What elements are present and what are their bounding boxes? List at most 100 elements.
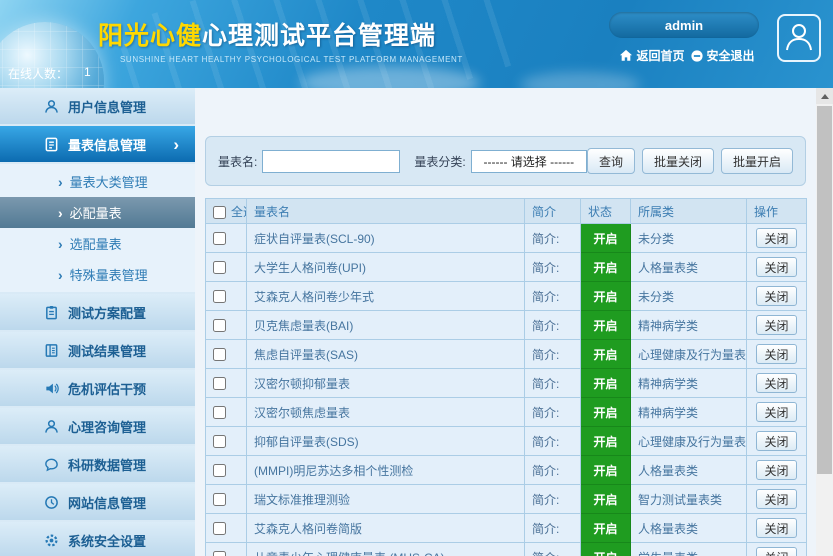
scale-form-icon <box>44 137 59 152</box>
row-checkbox[interactable] <box>213 464 226 477</box>
scale-category: 学生量表类 <box>631 543 747 556</box>
table-row: 汉密尔顿抑郁量表 简介: 开启 精神病学类 关闭 <box>206 369 807 398</box>
avatar[interactable] <box>777 14 821 62</box>
intro-link[interactable]: 简介: <box>525 369 581 398</box>
row-checkbox[interactable] <box>213 232 226 245</box>
return-home-link[interactable]: 返回首页 <box>619 47 684 64</box>
close-button[interactable]: 关闭 <box>756 518 796 538</box>
sidebar-item-security-settings[interactable]: 系统安全设置 <box>0 522 195 556</box>
intro-link[interactable]: 简介: <box>525 282 581 311</box>
table-row: 焦虑自评量表(SAS) 简介: 开启 心理健康及行为量表类 关闭 <box>206 340 807 369</box>
arrow-icon: › <box>58 205 63 221</box>
sidebar-subitem-scale-category[interactable]: › 量表大类管理 <box>0 166 195 197</box>
intro-link[interactable]: 简介: <box>525 543 581 556</box>
home-icon <box>619 49 633 62</box>
scale-category-label: 量表分类: <box>414 153 465 170</box>
intro-link[interactable]: 简介: <box>525 485 581 514</box>
filter-bar: 量表名: 量表分类: ------ 请选择 ------ 查询 批量关闭 批量开… <box>205 136 806 186</box>
status-badge: 开启 <box>581 369 631 398</box>
intro-link[interactable]: 简介: <box>525 253 581 282</box>
scroll-up-button[interactable] <box>816 88 833 104</box>
main-content: 量表名: 量表分类: ------ 请选择 ------ 查询 批量关闭 批量开… <box>195 88 816 556</box>
close-button[interactable]: 关闭 <box>756 373 796 393</box>
close-button[interactable]: 关闭 <box>756 489 796 509</box>
scale-name: 大学生人格问卷(UPI) <box>247 253 525 282</box>
close-button[interactable]: 关闭 <box>756 344 796 364</box>
chevron-right-icon: › <box>173 136 179 153</box>
status-badge: 开启 <box>581 543 631 556</box>
select-all-checkbox[interactable] <box>213 206 226 219</box>
safe-logout-link[interactable]: 安全退出 <box>690 47 755 64</box>
sidebar-item-website-info[interactable]: 网站信息管理 <box>0 484 195 520</box>
scale-name: 汉密尔顿抑郁量表 <box>247 369 525 398</box>
header: 阳光心健心理测试平台管理端 SUNSHINE HEART HEALTHY PSY… <box>0 0 833 88</box>
close-button[interactable]: 关闭 <box>756 228 796 248</box>
sidebar-item-scale-info[interactable]: 量表信息管理 › <box>0 126 195 162</box>
scale-name: 贝克焦虑量表(BAI) <box>247 311 525 340</box>
close-button[interactable]: 关闭 <box>756 315 796 335</box>
scrollbar-thumb[interactable] <box>817 106 832 474</box>
sidebar-item-test-plan[interactable]: 测试方案配置 <box>0 294 195 330</box>
scale-category-select[interactable]: ------ 请选择 ------ <box>471 150 587 173</box>
scale-name: 瑞文标准推理测验 <box>247 485 525 514</box>
intro-link[interactable]: 简介: <box>525 340 581 369</box>
intro-link[interactable]: 简介: <box>525 514 581 543</box>
online-count-value: 1 <box>84 65 91 82</box>
intro-link[interactable]: 简介: <box>525 224 581 253</box>
close-button[interactable]: 关闭 <box>756 547 796 556</box>
intro-link[interactable]: 简介: <box>525 456 581 485</box>
row-checkbox[interactable] <box>213 290 226 303</box>
scale-category: 心理健康及行为量表类 <box>631 427 747 456</box>
status-badge: 开启 <box>581 514 631 543</box>
scale-category: 精神病学类 <box>631 311 747 340</box>
column-header-status: 状态 <box>581 199 631 224</box>
row-checkbox[interactable] <box>213 348 226 361</box>
gear-icon <box>44 533 59 548</box>
intro-link[interactable]: 简介: <box>525 311 581 340</box>
sidebar-item-counseling[interactable]: 心理咨询管理 <box>0 408 195 444</box>
sidebar-item-test-results[interactable]: 测试结果管理 <box>0 332 195 368</box>
row-checkbox[interactable] <box>213 551 226 556</box>
sidebar-item-crisis-intervention[interactable]: 危机评估干预 <box>0 370 195 406</box>
table-row: 大学生人格问卷(UPI) 简介: 开启 人格量表类 关闭 <box>206 253 807 282</box>
column-header-intro: 简介 <box>525 199 581 224</box>
scale-category: 智力测试量表类 <box>631 485 747 514</box>
scales-table: 全选 量表名 简介 状态 所属类 操作 症状自评量表(SCL-90) 简介: 开… <box>205 198 807 556</box>
row-checkbox[interactable] <box>213 493 226 506</box>
sidebar-subitem-optional-scales[interactable]: › 选配量表 <box>0 228 195 259</box>
scale-category: 未分类 <box>631 282 747 311</box>
search-button[interactable]: 查询 <box>587 148 635 174</box>
speaker-alert-icon <box>44 381 59 396</box>
sidebar-subitem-special-scales[interactable]: › 特殊量表管理 <box>0 259 195 290</box>
user-icon <box>44 99 59 114</box>
batch-open-button[interactable]: 批量开启 <box>721 148 793 174</box>
row-checkbox[interactable] <box>213 261 226 274</box>
intro-link[interactable]: 简介: <box>525 398 581 427</box>
scale-name: 艾森克人格问卷少年式 <box>247 282 525 311</box>
username-badge: admin <box>609 12 759 38</box>
table-row: 贝克焦虑量表(BAI) 简介: 开启 精神病学类 关闭 <box>206 311 807 340</box>
sidebar-subitem-required-scales[interactable]: › 必配量表 <box>0 197 195 228</box>
close-button[interactable]: 关闭 <box>756 286 796 306</box>
close-button[interactable]: 关闭 <box>756 460 796 480</box>
row-checkbox[interactable] <box>213 435 226 448</box>
page-title: 心理测试平台管理端 <box>202 22 436 50</box>
sidebar-item-research-data[interactable]: 科研数据管理 <box>0 446 195 482</box>
intro-link[interactable]: 简介: <box>525 427 581 456</box>
user-avatar-icon <box>785 20 813 57</box>
arrow-icon: › <box>58 267 63 283</box>
scale-name-input[interactable] <box>262 150 400 173</box>
status-badge: 开启 <box>581 282 631 311</box>
row-checkbox[interactable] <box>213 406 226 419</box>
close-button[interactable]: 关闭 <box>756 431 796 451</box>
batch-close-button[interactable]: 批量关闭 <box>642 148 714 174</box>
row-checkbox[interactable] <box>213 522 226 535</box>
row-checkbox[interactable] <box>213 377 226 390</box>
close-button[interactable]: 关闭 <box>756 257 796 277</box>
table-row: 瑞文标准推理测验 简介: 开启 智力测试量表类 关闭 <box>206 485 807 514</box>
row-checkbox[interactable] <box>213 319 226 332</box>
vertical-scrollbar[interactable] <box>816 88 833 556</box>
status-badge: 开启 <box>581 340 631 369</box>
sidebar-item-user-info[interactable]: 用户信息管理 <box>0 88 195 124</box>
close-button[interactable]: 关闭 <box>756 402 796 422</box>
